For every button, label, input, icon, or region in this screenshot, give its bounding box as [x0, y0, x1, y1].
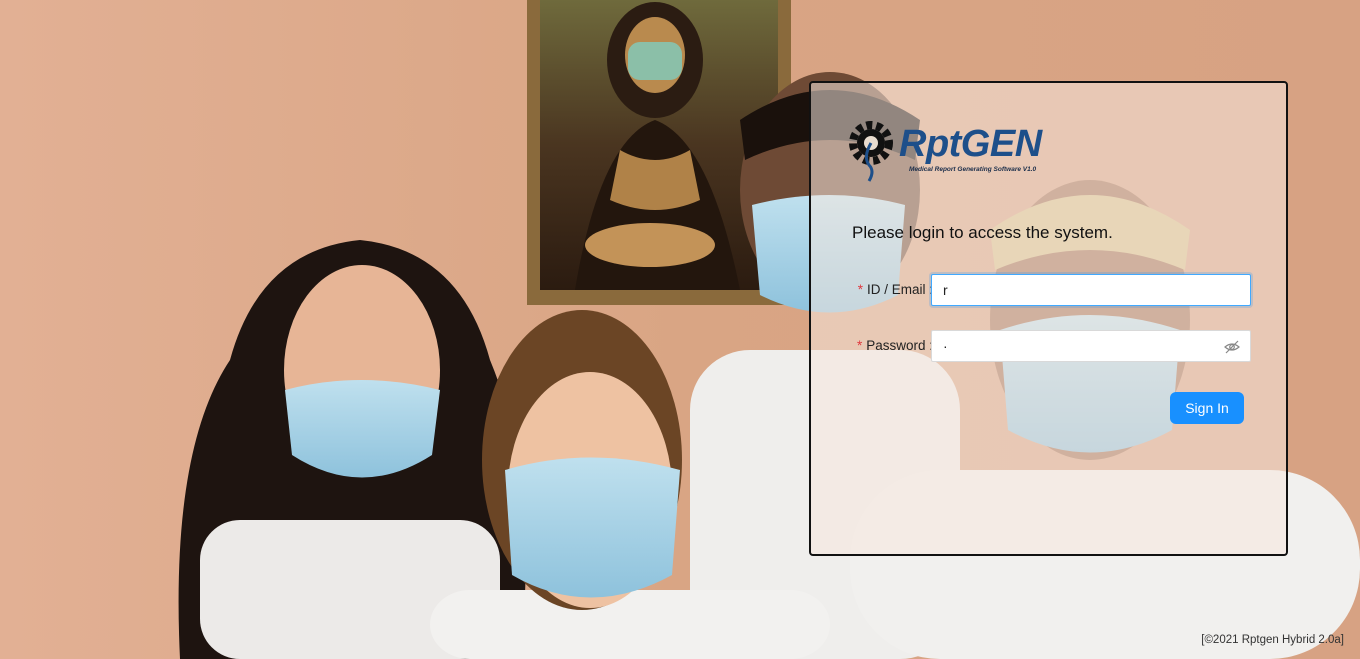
gear-pin-icon — [849, 121, 893, 182]
password-row: * Password : — [841, 330, 1251, 362]
login-heading: Please login to access the system. — [852, 223, 1113, 242]
login-page: RptGEN Medical Report Generating Softwar… — [0, 0, 1360, 659]
id-email-field-box[interactable] — [931, 274, 1251, 306]
required-mark: * — [856, 338, 863, 353]
password-field-box[interactable] — [931, 330, 1251, 362]
password-label-text: Password : — [866, 338, 933, 353]
id-email-row: * ID / Email : — [841, 274, 1251, 306]
id-email-input[interactable] — [943, 275, 1214, 305]
id-email-label: * ID / Email : — [858, 282, 933, 297]
password-label: * Password : — [857, 338, 933, 353]
eye-invisible-icon[interactable] — [1224, 339, 1240, 355]
logo-subtitle: Medical Report Generating Software V1.0 — [909, 166, 1037, 173]
logo: RptGEN Medical Report Generating Softwar… — [847, 117, 1047, 185]
password-input[interactable] — [943, 331, 1214, 361]
copyright-footer: [©2021 Rptgen Hybrid 2.0a] — [1201, 634, 1344, 646]
id-email-label-text: ID / Email : — [866, 282, 933, 297]
sign-in-button[interactable]: Sign In — [1170, 392, 1244, 424]
logo-title: RptGEN — [899, 123, 1042, 165]
required-mark: * — [857, 282, 863, 297]
login-card: RptGEN Medical Report Generating Softwar… — [809, 81, 1288, 556]
